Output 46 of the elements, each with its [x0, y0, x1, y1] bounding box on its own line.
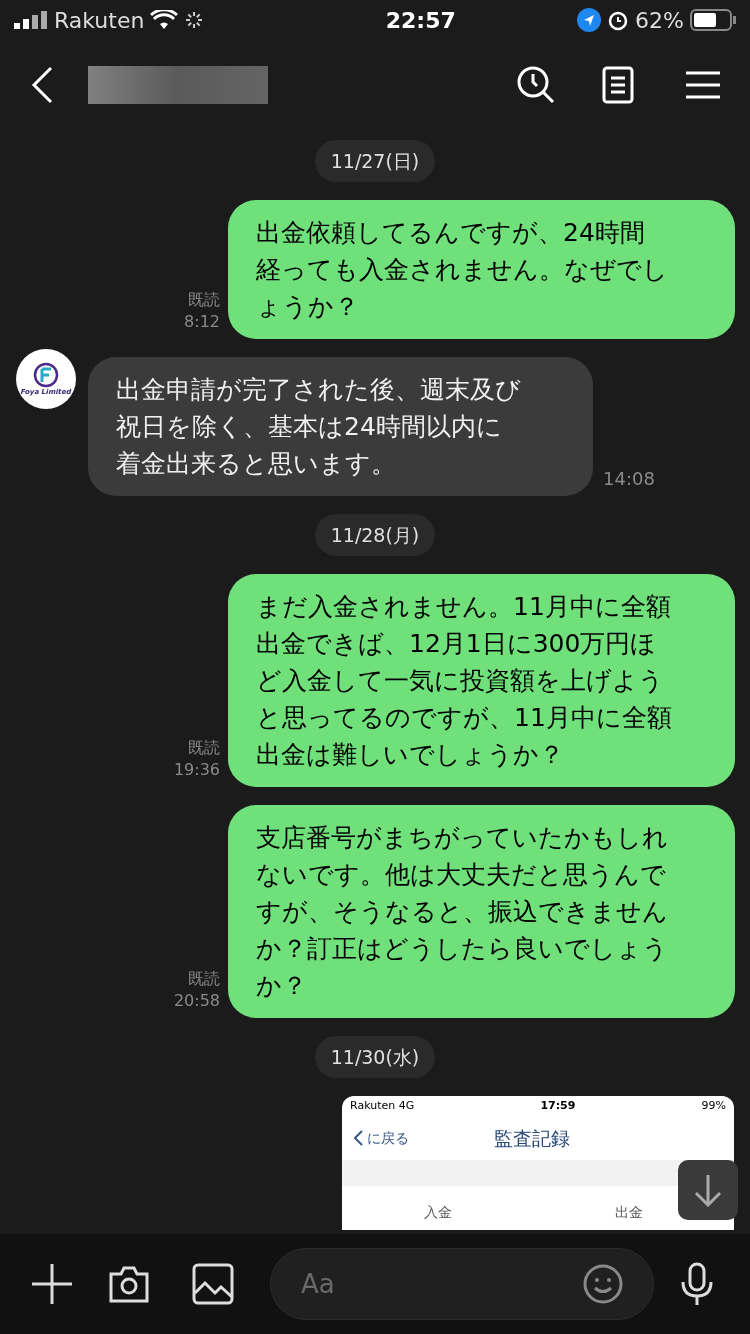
- plus-icon[interactable]: [30, 1262, 74, 1306]
- message-time: 8:12: [184, 311, 220, 333]
- image-carrier: Rakuten 4G: [350, 1097, 415, 1114]
- date-label: 11/27(日): [314, 140, 436, 182]
- read-receipt: 既読: [188, 289, 220, 311]
- battery-percent: 62%: [635, 6, 684, 35]
- logo-icon: [33, 361, 59, 388]
- image-time: 17:59: [540, 1097, 576, 1114]
- signal-icon: [14, 11, 48, 29]
- emoji-icon[interactable]: [583, 1264, 623, 1304]
- battery-icon: [690, 9, 736, 31]
- read-receipt: 既読: [188, 968, 220, 990]
- wifi-icon: [150, 10, 179, 30]
- scroll-down-button[interactable]: [678, 1160, 738, 1220]
- clock: 22:57: [385, 6, 456, 35]
- screenshot-image[interactable]: Rakuten 4G 17:59 99% に戻る 監査記録 入金 出金: [342, 1096, 734, 1230]
- camera-icon[interactable]: [108, 1264, 150, 1304]
- message-input[interactable]: Aa: [270, 1248, 654, 1320]
- alarm-icon: [607, 9, 630, 31]
- sent-message: 出金依頼してるんですが、24時間 経っても入金されません。なぜでし ょうか？: [228, 200, 735, 339]
- message-time: 14:08: [603, 467, 655, 491]
- image-title: 監査記録: [494, 1125, 570, 1151]
- loading-icon: [184, 10, 205, 30]
- read-receipt: 既読: [188, 737, 220, 759]
- arrow-down-icon: [693, 1173, 723, 1207]
- message-field[interactable]: Aa: [301, 1264, 583, 1304]
- microphone-icon[interactable]: [680, 1262, 714, 1306]
- tab-label: 出金: [614, 1203, 643, 1222]
- search-icon[interactable]: [516, 65, 556, 105]
- image-battery: 99%: [701, 1097, 726, 1114]
- tab-label: 入金: [423, 1203, 452, 1222]
- sent-message: 支店番号がまちがっていたかもしれ ないです。他は大丈夫だと思うんで すが、そうなると、振込できません か？訂正はどうしたら良いでしょう か？: [228, 805, 735, 1018]
- chevron-left-icon: [354, 1130, 363, 1146]
- notes-icon[interactable]: [602, 66, 634, 104]
- back-link: に戻る: [367, 1128, 409, 1148]
- message-time: 20:58: [173, 990, 220, 1012]
- date-label: 11/28(月): [314, 514, 436, 556]
- image-icon[interactable]: [192, 1263, 234, 1305]
- date-label: 11/30(水): [314, 1036, 436, 1078]
- received-message: 出金申請が完了された後、週末及び 祝日を除く、基本は24時間以内に 着金出来ると思います。: [88, 357, 593, 496]
- location-icon: [577, 8, 602, 32]
- back-icon[interactable]: [30, 65, 54, 105]
- message-time: 19:36: [173, 759, 220, 781]
- sent-message: まだ入金されません。11月中に全額 出金できば、12月1日に300万円ほ ど入金して一気に投資額を上げよう と思ってるのですが、11月中に全額 出金は難しいでしょうか？: [228, 574, 735, 787]
- menu-icon[interactable]: [686, 70, 720, 100]
- carrier-name: Rakuten: [54, 6, 145, 35]
